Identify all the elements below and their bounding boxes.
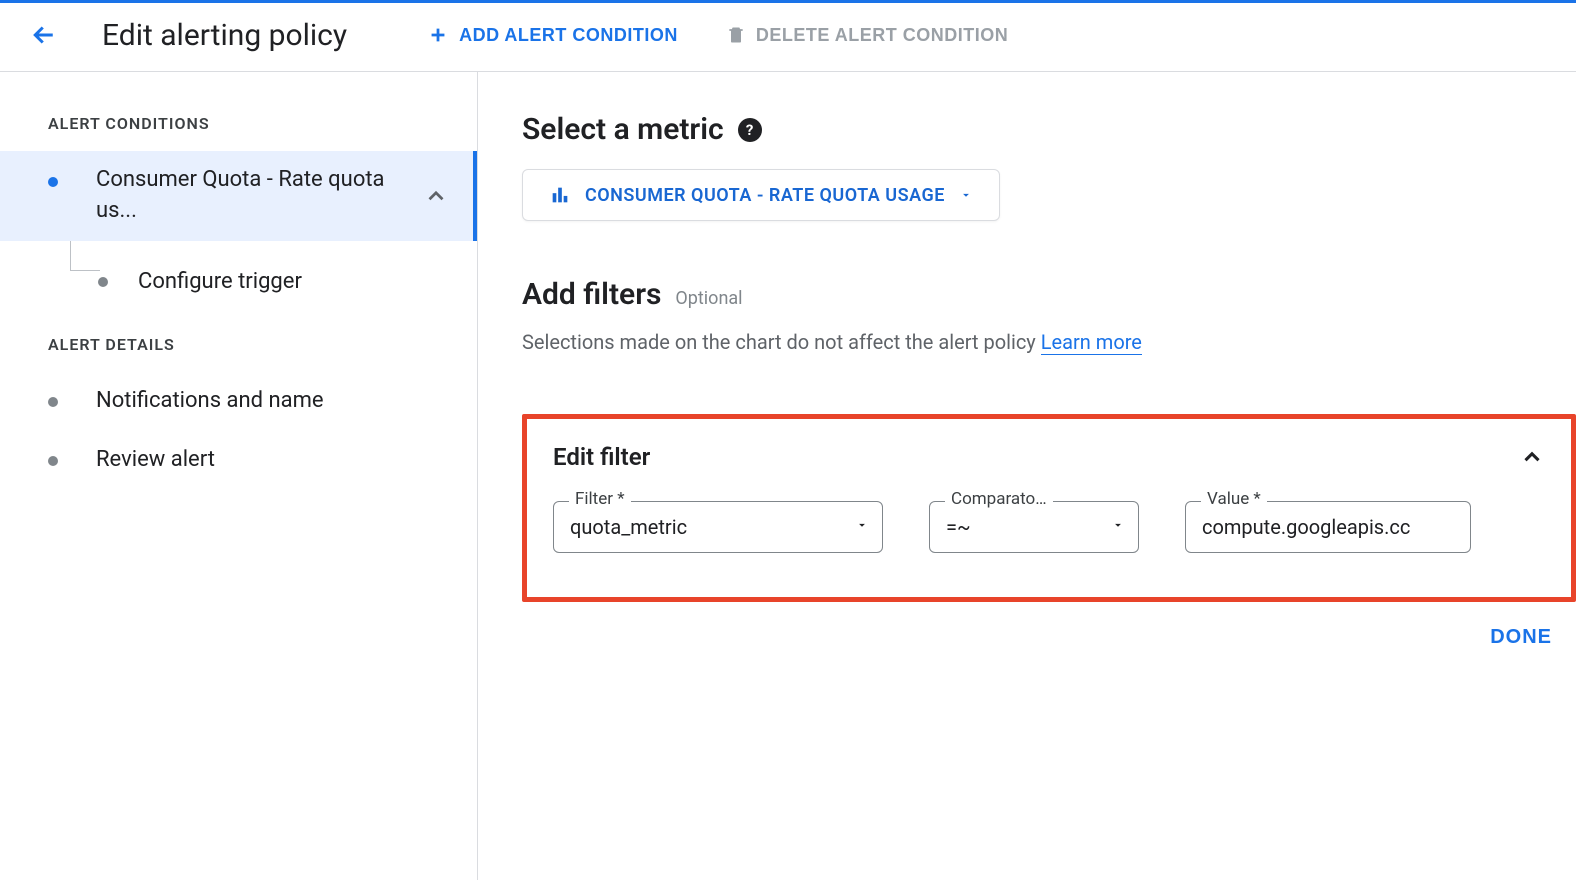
sidebar: ALERT CONDITIONS Consumer Quota - Rate q… — [0, 72, 478, 880]
filters-description: Selections made on the chart do not affe… — [522, 330, 1576, 354]
step-dot — [48, 397, 58, 407]
tree-connector — [70, 241, 100, 271]
step-review-alert[interactable]: Review alert — [0, 431, 477, 490]
filter-field-label: Filter * — [569, 489, 631, 509]
comparator-field-wrap: Comparato… =~ — [929, 501, 1139, 553]
learn-more-link[interactable]: Learn more — [1041, 330, 1142, 355]
selected-metric-dropdown[interactable]: CONSUMER QUOTA - RATE QUOTA USAGE — [522, 169, 1000, 221]
step-configure-trigger[interactable]: Configure trigger — [0, 241, 477, 312]
header: Edit alerting policy Add Alert Condition… — [0, 3, 1576, 72]
filters-desc-text: Selections made on the chart do not affe… — [522, 330, 1041, 354]
step-consumer-quota-label: Consumer Quota - Rate quota us... — [96, 165, 423, 227]
page-title: Edit alerting policy — [102, 18, 347, 53]
collapse-icon[interactable] — [1519, 444, 1545, 470]
plus-icon — [427, 24, 449, 46]
comparator-field-label: Comparato… — [945, 489, 1053, 509]
step-dot-active — [48, 177, 58, 187]
comparator-select-value: =~ — [946, 515, 971, 539]
trash-icon — [726, 25, 746, 45]
add-alert-condition-label: Add Alert Condition — [459, 25, 678, 46]
edit-filter-panel: Edit filter Filter * quota_metric — [522, 414, 1576, 602]
step-dot — [98, 277, 108, 287]
filter-field-wrap: Filter * quota_metric — [553, 501, 883, 553]
optional-label: Optional — [675, 288, 742, 309]
step-notifications-label: Notifications and name — [96, 386, 453, 417]
back-arrow-icon[interactable] — [26, 17, 62, 53]
step-dot — [48, 456, 58, 466]
step-consumer-quota[interactable]: Consumer Quota - Rate quota us... — [0, 151, 477, 241]
select-metric-title: Select a metric — [522, 112, 724, 147]
chevron-up-icon[interactable] — [423, 183, 449, 209]
step-configure-trigger-label: Configure trigger — [138, 267, 453, 298]
selected-metric-label: CONSUMER QUOTA - RATE QUOTA USAGE — [585, 185, 945, 206]
chevron-down-icon — [959, 188, 973, 202]
delete-alert-condition-button[interactable]: Delete Alert Condition — [726, 25, 1008, 46]
select-metric-heading: Select a metric ? — [522, 112, 1576, 147]
add-filters-title: Add filters — [522, 277, 661, 312]
add-alert-condition-button[interactable]: Add Alert Condition — [427, 24, 678, 46]
delete-alert-condition-label: Delete Alert Condition — [756, 25, 1008, 46]
main-panel: Select a metric ? CONSUMER QUOTA - RATE … — [478, 72, 1576, 880]
value-field-label: Value * — [1201, 489, 1267, 509]
value-field-wrap: Value * — [1185, 501, 1471, 553]
edit-filter-title: Edit filter — [553, 443, 650, 471]
filter-select-value: quota_metric — [570, 515, 687, 539]
alert-details-header: ALERT DETAILS — [0, 335, 477, 372]
step-notifications-name[interactable]: Notifications and name — [0, 372, 477, 431]
bar-chart-icon — [549, 184, 571, 206]
step-review-label: Review alert — [96, 445, 453, 476]
help-icon[interactable]: ? — [738, 118, 762, 142]
done-button[interactable]: DONE — [1490, 626, 1552, 649]
alert-conditions-header: ALERT CONDITIONS — [0, 114, 477, 151]
